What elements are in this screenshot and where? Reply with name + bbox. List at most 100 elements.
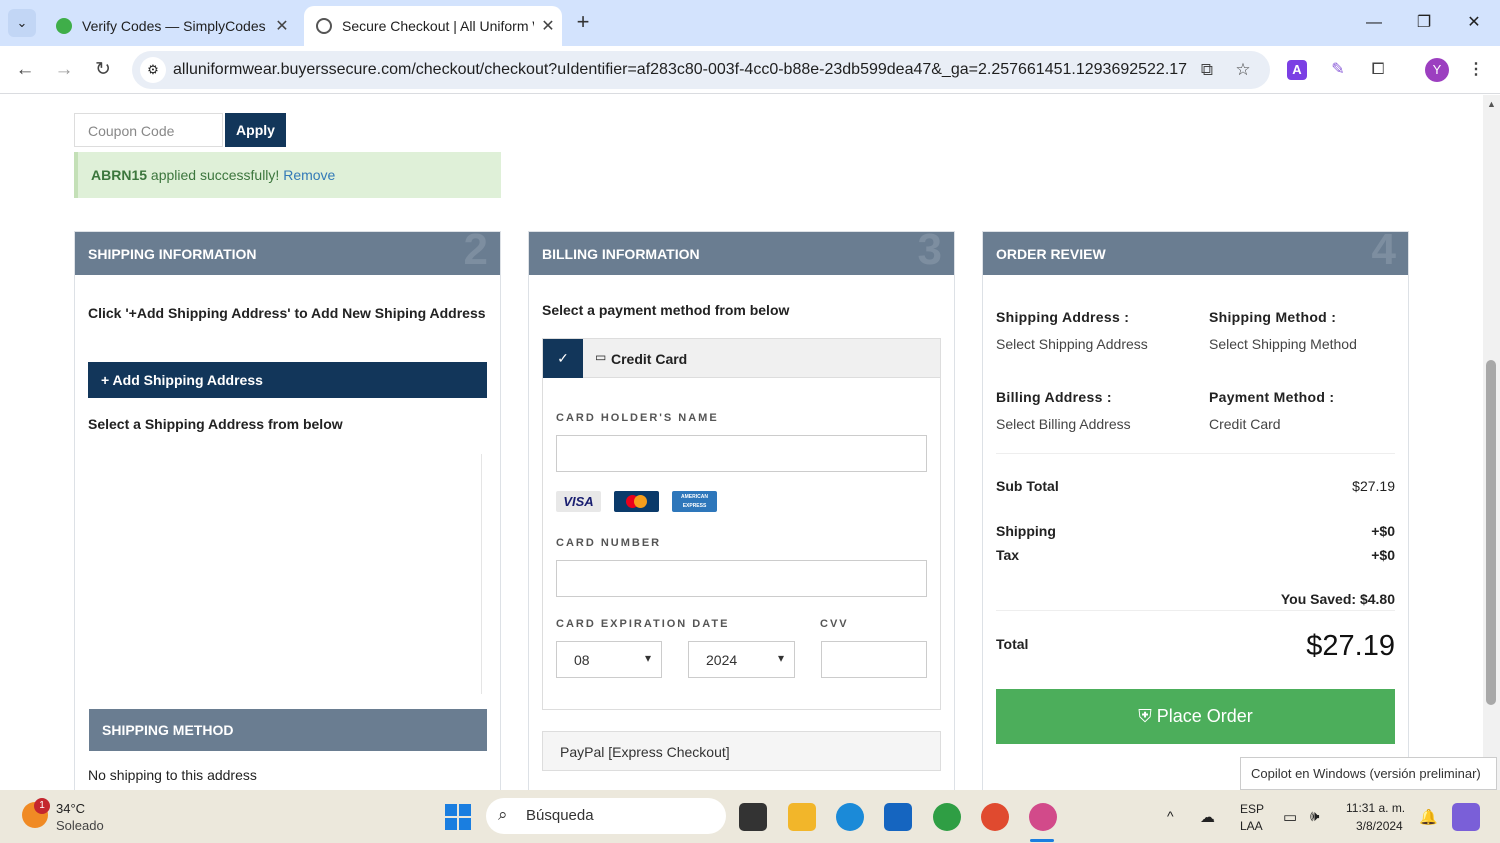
pen-extension-icon[interactable]: ✎: [1326, 58, 1350, 82]
coupon-code-input[interactable]: Coupon Code: [74, 113, 223, 147]
remove-coupon-link[interactable]: Remove: [283, 167, 335, 183]
task-view-icon[interactable]: [739, 803, 767, 831]
windows-start-icon[interactable]: [445, 804, 471, 830]
extension-a-icon[interactable]: A: [1287, 60, 1307, 80]
site-settings-icon[interactable]: ⚙: [140, 57, 166, 83]
reload-icon[interactable]: ↻: [89, 56, 117, 84]
tab-search-chevron-icon[interactable]: ⌄: [8, 9, 36, 37]
tax-value: +$0: [1371, 547, 1395, 563]
close-tab-icon[interactable]: ✕: [534, 16, 562, 36]
checkmark-icon[interactable]: ✓: [543, 339, 583, 378]
shipping-cost-value: +$0: [1371, 523, 1395, 539]
coupon-message: applied successfully!: [147, 167, 284, 183]
payment-instruction: Select a payment method from below: [542, 302, 790, 318]
notifications-bell-icon[interactable]: 🔔: [1419, 808, 1438, 826]
apply-coupon-button[interactable]: Apply: [225, 113, 286, 147]
credit-card-option[interactable]: ✓ ▭ Credit Card: [543, 339, 940, 378]
scrollbar-thumb[interactable]: [1486, 360, 1496, 705]
subtotal-label: Sub Total: [996, 478, 1059, 494]
place-order-label: Place Order: [1156, 706, 1253, 726]
weather-badge: 1: [34, 798, 50, 814]
step-number: 3: [917, 225, 942, 274]
address-list-scrollbar[interactable]: [481, 454, 482, 694]
divider: [996, 453, 1395, 454]
store-icon[interactable]: [884, 803, 912, 831]
back-arrow-icon[interactable]: ←: [11, 56, 39, 84]
page-scrollbar[interactable]: ▲: [1483, 95, 1500, 790]
clock-date[interactable]: 3/8/2024: [1356, 819, 1403, 833]
coupon-code: ABRN15: [91, 167, 148, 183]
close-tab-icon[interactable]: ✕: [268, 16, 296, 36]
expiry-year-select[interactable]: 2024 ▾: [688, 641, 795, 678]
cvv-input[interactable]: [821, 641, 927, 678]
select-shipping-label: Select a Shipping Address from below: [88, 416, 343, 432]
forward-arrow-icon[interactable]: →: [50, 56, 78, 84]
windows-taskbar: 1 34°C Soleado ⌕ Búsqueda ^ ☁ ESP LAA ▭ …: [0, 790, 1500, 843]
step-number: 4: [1371, 225, 1396, 274]
paypal-option[interactable]: PayPal [Express Checkout]: [542, 731, 941, 771]
chrome-profile-1-icon[interactable]: [933, 803, 961, 831]
chrome-profile-3-icon[interactable]: [1029, 803, 1057, 831]
card-number-input[interactable]: [556, 560, 927, 597]
address-bar[interactable]: ⚙ alluniformwear.buyerssecure.com/checko…: [132, 51, 1270, 89]
scroll-up-arrow-icon[interactable]: ▲: [1487, 99, 1496, 109]
panel-header: SHIPPING INFORMATION 2: [75, 225, 500, 275]
place-order-button[interactable]: ⛨ Place Order: [996, 689, 1395, 744]
url-text[interactable]: alluniformwear.buyerssecure.com/checkout…: [173, 61, 1188, 79]
simplycodes-favicon-icon: [56, 18, 72, 34]
new-tab-plus-icon[interactable]: +: [570, 10, 596, 36]
card-number-label: CARD NUMBER: [556, 537, 662, 549]
bookmark-star-icon[interactable]: ☆: [1232, 59, 1254, 81]
tab-title: Secure Checkout | All Uniform W: [342, 18, 534, 34]
billing-address-value: Select Billing Address: [996, 416, 1131, 432]
file-explorer-icon[interactable]: [788, 803, 816, 831]
language-code[interactable]: ESP: [1240, 802, 1264, 816]
panel-title: BILLING INFORMATION: [542, 246, 700, 262]
card-holder-input[interactable]: [556, 435, 927, 472]
restore-icon[interactable]: ❐: [1401, 8, 1447, 38]
edge-icon[interactable]: [836, 803, 864, 831]
shipping-cost-label: Shipping: [996, 523, 1056, 539]
tab-simplycodes[interactable]: Verify Codes — SimplyCodes ✕: [44, 6, 296, 46]
network-icon[interactable]: ▭: [1283, 808, 1297, 826]
search-placeholder: Búsqueda: [526, 807, 594, 824]
profile-avatar[interactable]: Y: [1425, 58, 1449, 82]
add-shipping-address-button[interactable]: + Add Shipping Address: [88, 362, 487, 398]
total-label: Total: [996, 636, 1029, 652]
extensions-puzzle-icon[interactable]: ⧠: [1366, 58, 1390, 82]
copilot-icon[interactable]: [1452, 803, 1480, 831]
chrome-profile-2-icon[interactable]: [981, 803, 1009, 831]
visa-logo: VISA: [556, 491, 601, 512]
copilot-tooltip: Copilot en Windows (versión preliminar): [1240, 757, 1497, 790]
minimize-icon[interactable]: —: [1351, 8, 1397, 38]
taskbar-search[interactable]: ⌕ Búsqueda: [486, 798, 726, 834]
billing-information-panel: BILLING INFORMATION 3 Select a payment m…: [528, 225, 955, 790]
onedrive-cloud-icon[interactable]: ☁: [1200, 808, 1215, 826]
clock-time[interactable]: 11:31 a. m.: [1346, 801, 1405, 815]
tax-label: Tax: [996, 547, 1020, 563]
card-holder-label: CARD HOLDER'S NAME: [556, 412, 719, 424]
volume-icon[interactable]: 🕪: [1310, 808, 1319, 825]
browser-toolbar: ← → ↻ ⚙ alluniformwear.buyerssecure.com/…: [0, 46, 1500, 94]
close-window-icon[interactable]: ✕: [1451, 8, 1497, 38]
panel-title: ORDER REVIEW: [996, 246, 1106, 262]
language-region[interactable]: LAA: [1240, 819, 1263, 833]
translate-icon[interactable]: ⧉: [1196, 59, 1218, 81]
browser-tab-strip: ⌄ Verify Codes — SimplyCodes ✕ Secure Ch…: [0, 0, 1500, 46]
total-value: $27.19: [1306, 630, 1395, 662]
tab-secure-checkout[interactable]: Secure Checkout | All Uniform W ✕: [304, 6, 562, 46]
expiry-month-select[interactable]: 08 ▾: [556, 641, 662, 678]
tab-title: Verify Codes — SimplyCodes: [82, 18, 266, 34]
plus-icon: +: [101, 372, 113, 388]
credit-card-icon: ▭: [595, 350, 607, 364]
weather-temp[interactable]: 34°C: [56, 801, 85, 816]
panel-header: BILLING INFORMATION 3: [529, 225, 954, 275]
panel-title: SHIPPING INFORMATION: [88, 246, 257, 262]
savings-text: You Saved: $4.80: [1280, 591, 1395, 607]
tray-chevron-up-icon[interactable]: ^: [1167, 808, 1174, 824]
menu-kebab-icon[interactable]: ⋮: [1464, 58, 1488, 82]
billing-address-label: Billing Address :: [996, 389, 1112, 405]
weather-desc[interactable]: Soleado: [56, 818, 104, 833]
shipping-method-label: Shipping Method :: [1209, 309, 1337, 325]
shield-icon: ⛨: [1138, 706, 1157, 726]
